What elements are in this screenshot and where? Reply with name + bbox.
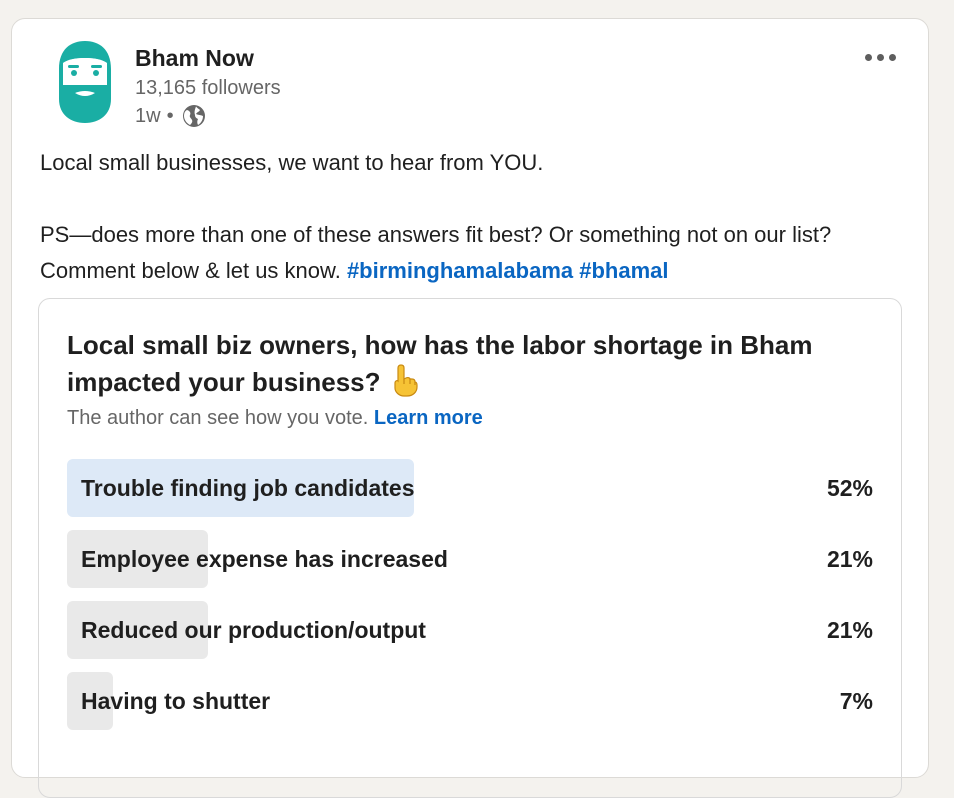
author-name[interactable]: Bham Now: [135, 45, 254, 72]
poll-option-label: Trouble finding job candidates: [81, 475, 415, 501]
post-meta: 1w •: [135, 104, 206, 128]
post-line-2: PS—does more than one of these answers f…: [40, 217, 910, 289]
poll-option-percent: 21%: [826, 546, 873, 572]
hashtag-link[interactable]: #birminghamalabama: [347, 258, 573, 283]
poll-option-percent: 52%: [826, 475, 873, 501]
dot-icon: [864, 53, 872, 61]
poll-option-percent: 21%: [826, 617, 873, 643]
poll-option[interactable]: Having to shutter 7%: [67, 672, 873, 730]
poll-option-percent: 7%: [839, 688, 873, 714]
post-line-1: Local small businesses, we want to hear …: [40, 150, 544, 175]
learn-more-link[interactable]: Learn more: [374, 407, 483, 429]
follower-count: 13,165 followers: [135, 77, 281, 99]
poll-privacy-note: The author can see how you vote. Learn m…: [67, 407, 483, 430]
poll-option-label: Employee expense has increased: [81, 546, 448, 572]
pointing-down-icon: [393, 364, 418, 397]
globe-icon: [182, 105, 205, 127]
meta-separator: •: [166, 104, 174, 127]
poll-question: Local small biz owners, how has the labo…: [67, 327, 887, 400]
post-card: Bham Now 13,165 followers 1w • Local sma…: [11, 18, 929, 798]
poll-question-text: Local small biz owners, how has the labo…: [67, 330, 813, 397]
poll-option[interactable]: Employee expense has increased 21%: [67, 530, 873, 588]
post-time: 1w: [135, 104, 161, 127]
poll-card: Local small biz owners, how has the labo…: [38, 298, 902, 798]
poll-option[interactable]: Reduced our production/output 21%: [67, 601, 873, 659]
poll-option-label: Having to shutter: [81, 688, 271, 714]
hashtag-link[interactable]: #bhamal: [579, 258, 668, 283]
post-body: Local small businesses, we want to hear …: [40, 145, 910, 289]
bearded-man-logo-icon[interactable]: [53, 39, 117, 125]
more-options-button[interactable]: [858, 47, 902, 67]
poll-option-label: Reduced our production/output: [81, 617, 426, 643]
dot-icon: [888, 53, 896, 61]
poll-note-text: The author can see how you vote.: [67, 407, 369, 429]
poll-option[interactable]: Trouble finding job candidates 52%: [67, 459, 873, 517]
dot-icon: [876, 53, 884, 61]
